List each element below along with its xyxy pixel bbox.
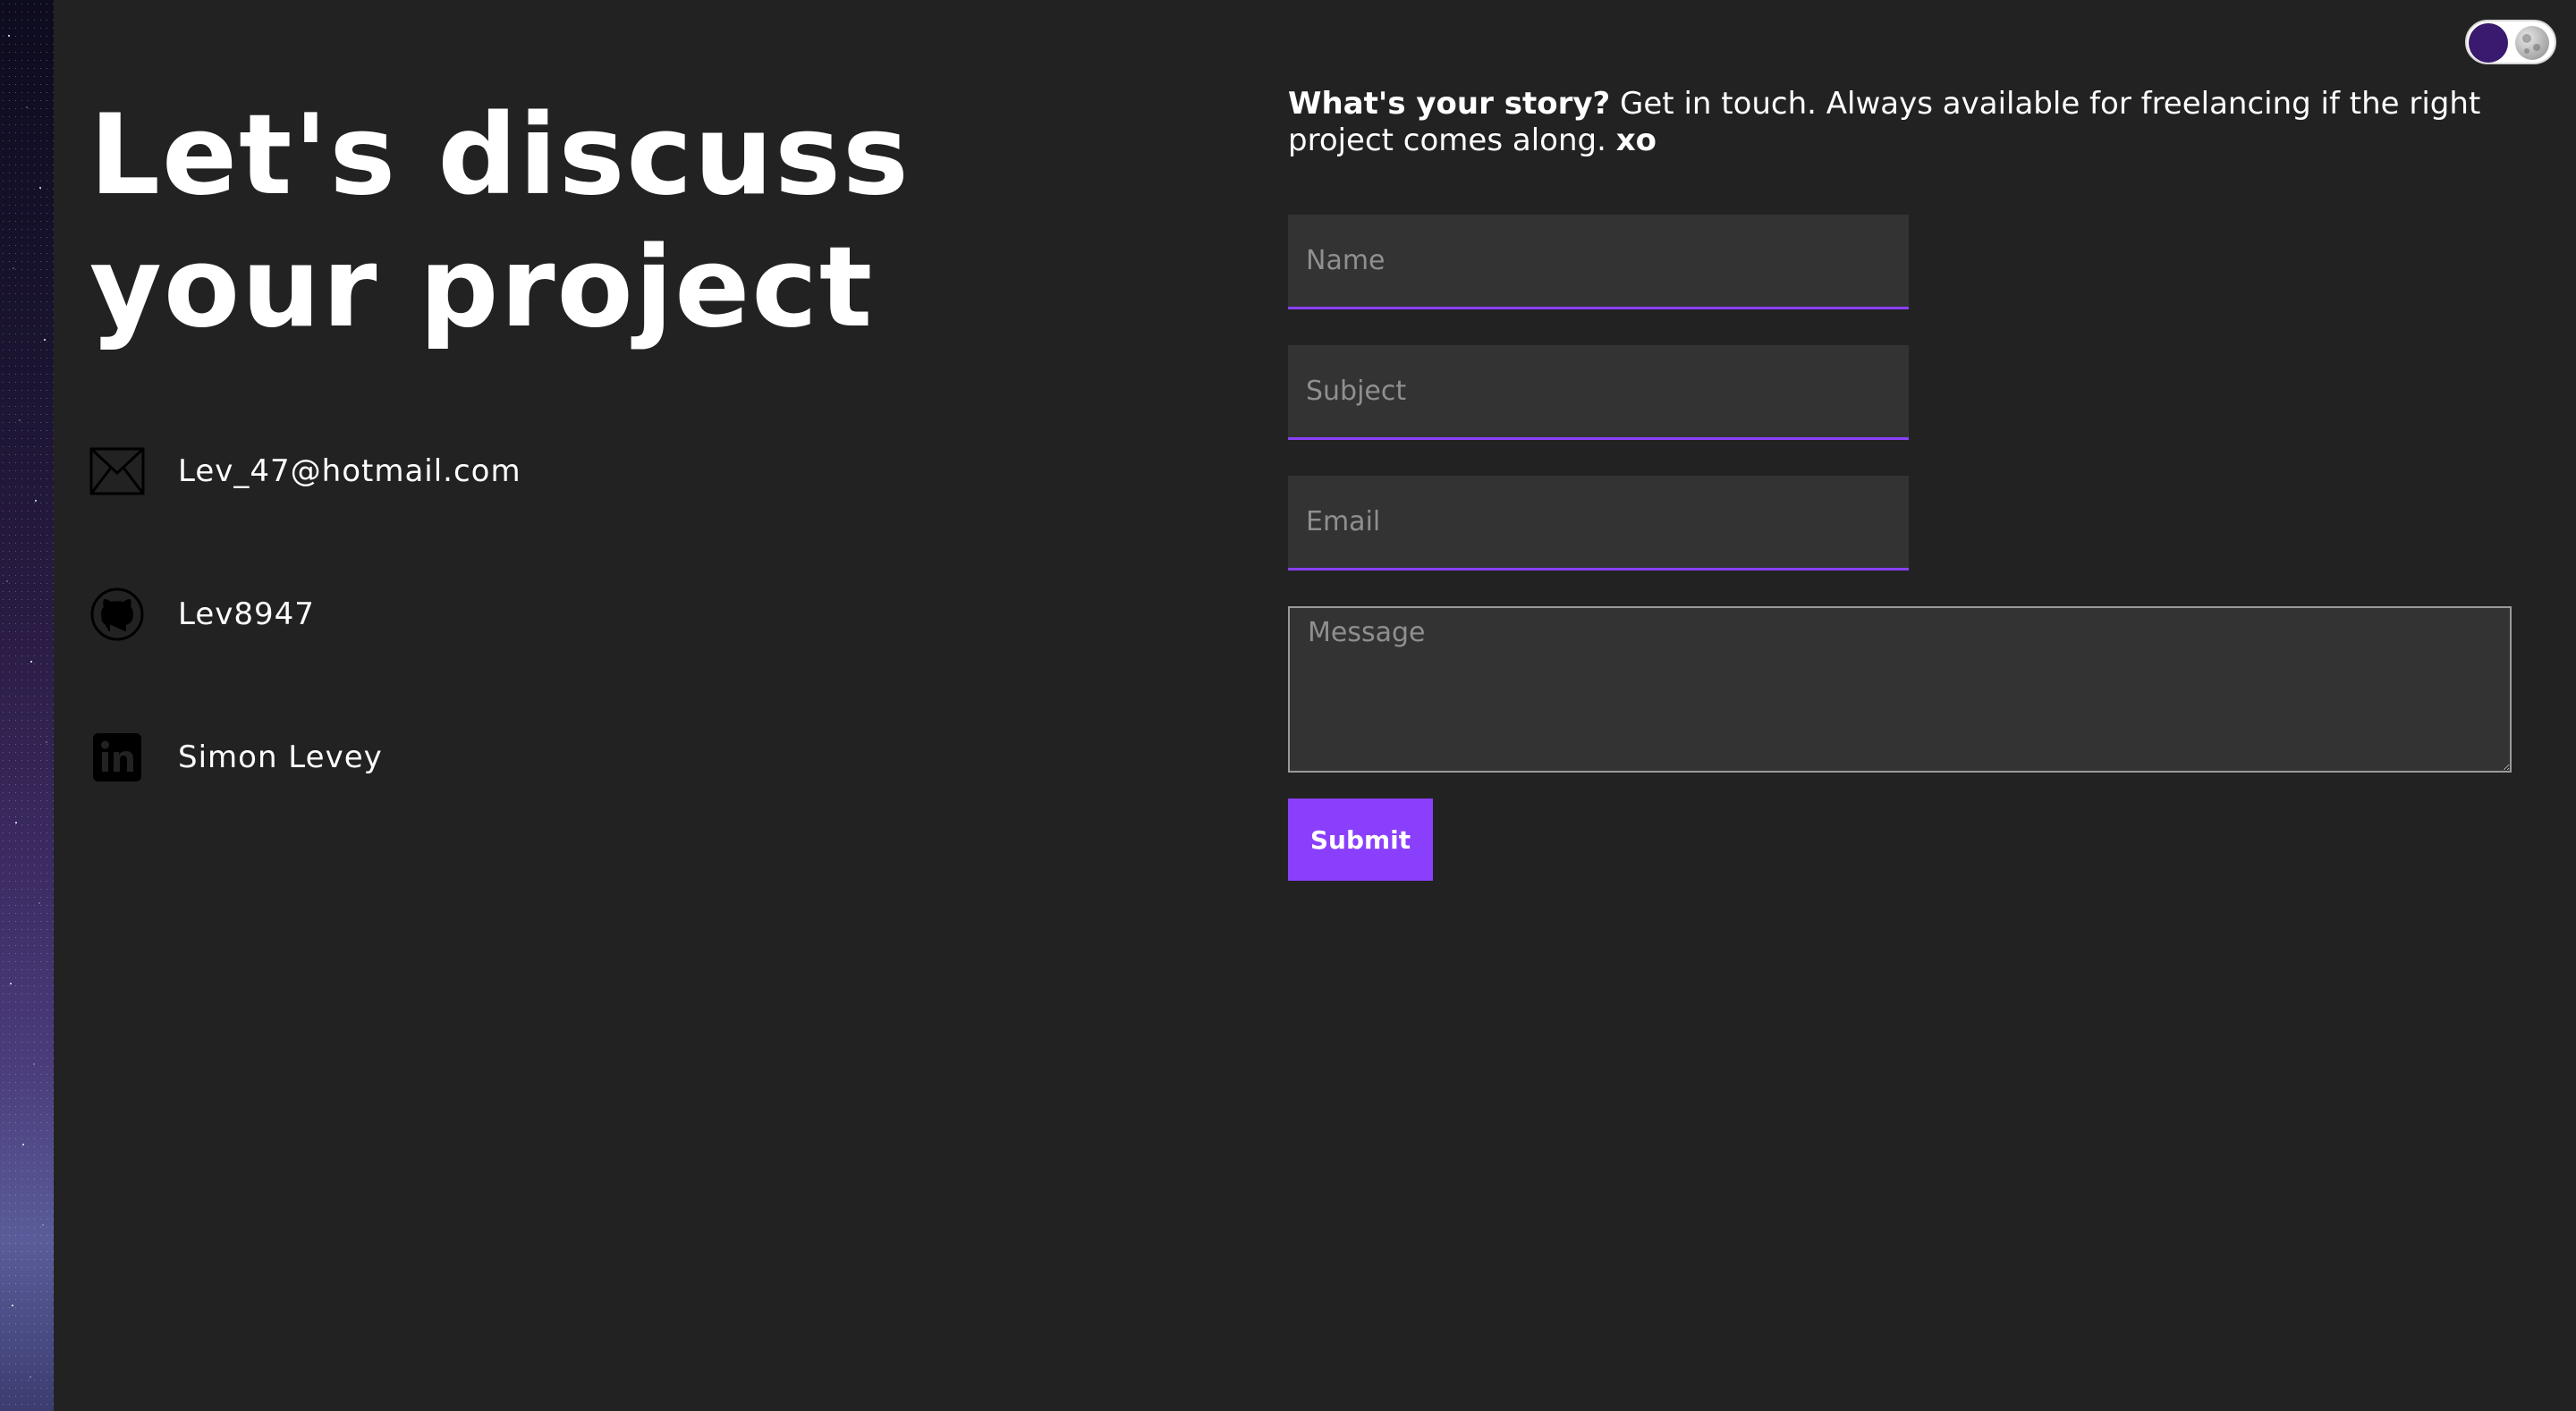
- theme-toggle[interactable]: [2465, 20, 2556, 64]
- contact-linkedin[interactable]: Simon Levey: [89, 729, 383, 786]
- envelope-icon: [89, 444, 145, 499]
- contact-linkedin-text: Simon Levey: [178, 739, 383, 775]
- contact-github[interactable]: Lev8947: [89, 586, 315, 643]
- linkedin-icon: [89, 730, 145, 785]
- contact-github-text: Lev8947: [178, 596, 315, 632]
- page-title-line-1: Let's discuss: [89, 91, 911, 220]
- contact-email[interactable]: Lev_47@hotmail.com: [89, 443, 521, 500]
- intro-text: What's your story? Get in touch. Always …: [1288, 86, 2522, 159]
- email-input[interactable]: [1288, 476, 1909, 570]
- subject-input[interactable]: [1288, 345, 1909, 440]
- github-icon: [89, 587, 145, 642]
- page-title: Let's discuss your project: [89, 89, 1163, 354]
- contact-info-column: Let's discuss your project Lev_47@hotmai…: [89, 89, 1163, 782]
- intro-sign-off: xo: [1615, 123, 1657, 158]
- page-title-line-2: your project: [89, 224, 875, 352]
- starfield-background: [0, 0, 54, 1411]
- name-input[interactable]: [1288, 215, 1909, 309]
- intro-lead: What's your story?: [1288, 86, 1611, 122]
- contact-email-text: Lev_47@hotmail.com: [178, 453, 521, 489]
- submit-button[interactable]: Submit: [1288, 798, 1433, 881]
- toggle-knob: [2469, 23, 2508, 63]
- message-textarea[interactable]: [1288, 606, 2512, 773]
- moon-icon: [2515, 26, 2549, 60]
